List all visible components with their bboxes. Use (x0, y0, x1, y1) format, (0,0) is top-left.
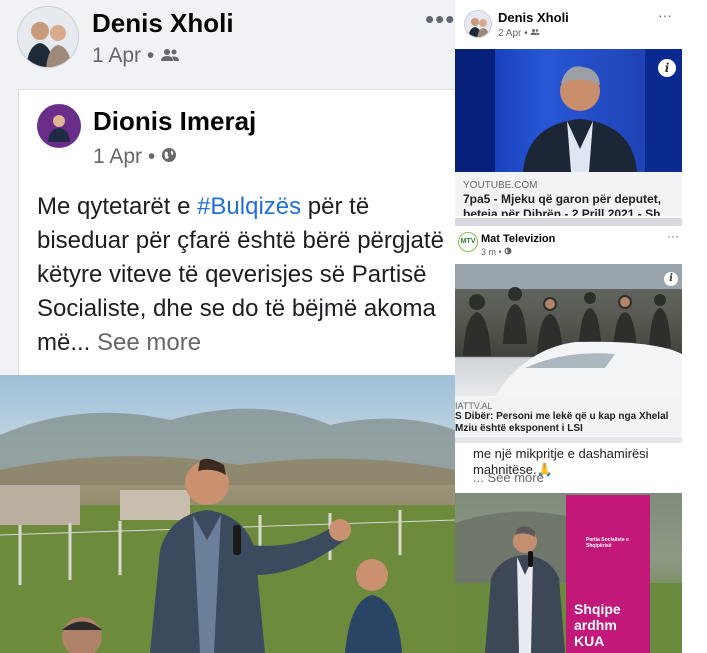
separator-dot: • (146, 44, 161, 67)
author-name[interactable]: Denis Xholi (498, 10, 569, 25)
mat-more-options-button[interactable]: ··· (667, 229, 679, 243)
shared-post-date[interactable]: 1 Apr (93, 145, 142, 168)
see-more-link[interactable]: See more (97, 329, 201, 356)
banner-slogan: Shqipe ardhm KUA (574, 601, 621, 649)
divider (455, 437, 682, 443)
left-post: Denis Xholi 1 Apr • ••• Dionis Imeraj 1 … (0, 0, 455, 653)
author-avatar[interactable] (17, 6, 79, 68)
see-more-link[interactable]: ... See more (473, 470, 544, 485)
info-icon[interactable]: i (664, 272, 678, 286)
page-logo[interactable]: MTV (458, 232, 478, 252)
news-link-card[interactable]: IATTV.AL S Dibër: Personi me lekë që u k… (455, 396, 682, 436)
link-title[interactable]: 7pa5 - Mjeku që garon për deputet, betej… (463, 192, 682, 216)
separator-dot: • (147, 145, 162, 168)
news-title[interactable]: S Dibër: Personi me lekë që u kap nga Xh… (455, 411, 680, 435)
post-photo[interactable]: Partia Socialiste e Shqipërisë Shqipe ar… (455, 493, 682, 653)
shared-author-avatar[interactable] (37, 104, 81, 148)
news-domain: IATTV.AL (455, 401, 493, 411)
globe-icon (161, 145, 177, 168)
page-name[interactable]: Mat Televizion (481, 233, 555, 245)
shared-post-meta: 1 Apr • (93, 145, 177, 169)
shared-author-name[interactable]: Dionis Imeraj (93, 106, 256, 137)
info-icon[interactable]: i (658, 59, 676, 77)
post-text-start: Me qytetarët e (37, 193, 198, 220)
post-date[interactable]: 2 Apr (498, 28, 521, 39)
post-meta: 1 Apr • (92, 44, 180, 68)
divider (455, 218, 682, 226)
party-logo: Partia Socialiste e Shqipërisë (586, 537, 629, 549)
campaign-banner: Partia Socialiste e Shqipërisë Shqipe ar… (566, 495, 650, 653)
mat-post-meta: 3 m • (481, 247, 512, 257)
more-options-button[interactable]: ••• (425, 4, 455, 35)
page-margin (682, 0, 707, 653)
post-text: Me qytetarët e #Bulqizës për të biseduar… (37, 190, 447, 360)
post-photo[interactable] (0, 375, 455, 653)
shared-post[interactable]: Dionis Imeraj 1 Apr • Me qytetarët e #Bu… (18, 89, 455, 379)
author-avatar[interactable] (464, 10, 492, 38)
more-options-button[interactable]: ··· (658, 7, 672, 23)
right-post: Denis Xholi 2 Apr • ··· i YOUTUBE.COM 7p… (455, 0, 682, 653)
friends-icon (160, 44, 180, 67)
post-date[interactable]: 1 Apr (92, 44, 141, 67)
mat-post-date[interactable]: 3 m (481, 247, 496, 257)
news-photo[interactable]: i (455, 264, 682, 396)
friends-icon (530, 28, 540, 39)
hashtag-link[interactable]: #Bulqizës (197, 193, 301, 220)
youtube-thumbnail[interactable]: i (455, 49, 682, 172)
author-name[interactable]: Denis Xholi (92, 8, 234, 39)
post-meta: 2 Apr • (498, 28, 540, 39)
link-preview-card[interactable]: YOUTUBE.COM 7pa5 - Mjeku që garon për de… (455, 172, 682, 216)
link-domain: YOUTUBE.COM (463, 180, 538, 191)
globe-icon (504, 247, 512, 257)
